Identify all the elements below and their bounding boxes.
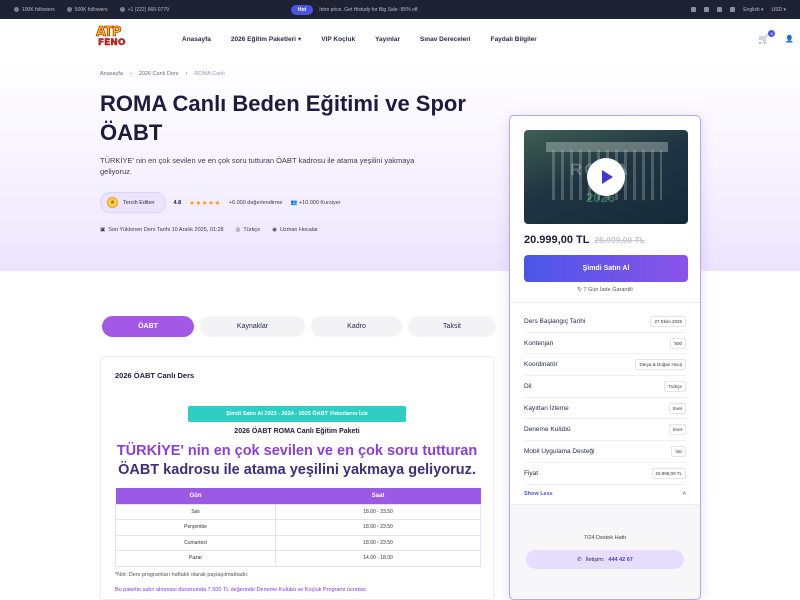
table-row: Cumartesi 18.00 - 23.50 xyxy=(114,534,481,551)
support-label: 7/24 Destek Hattı xyxy=(583,535,627,541)
breadcrumb: Anasayfa › 2026 Canlı Ders › ROMA Canlı xyxy=(100,71,225,77)
tab-oabt[interactable]: ÖABT xyxy=(102,316,194,337)
currency-select[interactable]: USD ▾ xyxy=(772,7,786,13)
rating-row: ★ Tercih Edilen 4.8 ★★★★★ +6.000 değerle… xyxy=(100,192,341,213)
course-instructors: ◉ Uzman Hocalar xyxy=(272,227,318,233)
chevron-right-icon: › xyxy=(185,71,188,77)
table-row: Perşembe 18.00 - 23.50 xyxy=(114,519,481,536)
star-rating-icon: ★★★★★ xyxy=(189,199,221,207)
refund-guarantee: ↻ 7 Gün İade Garantili xyxy=(577,287,633,293)
tab-resources[interactable]: Kaynaklar xyxy=(200,316,305,337)
followers-1[interactable]: 100K followers xyxy=(14,7,55,13)
spec-start-date: Ders Başlangıç Tarihi 27 Ekim 2025 xyxy=(524,311,686,333)
course-video[interactable]: ROMA 2026 xyxy=(524,130,688,224)
support-box: 7/24 Destek Hattı ✆ İletişim: 444 42 67 xyxy=(510,504,700,599)
spec-price: Fiyat 20.999,00 TL xyxy=(524,463,686,485)
nav-rankings[interactable]: Sınav Dereceleri xyxy=(420,35,471,43)
article-title: 2026 ÖABT Canlı Ders xyxy=(115,371,195,380)
course-meta: ▣ Son Yüklenen Ders Tarihi 10 Aralık 2025… xyxy=(100,227,318,233)
spec-language: Dil Türkçe xyxy=(524,376,686,398)
nav-home[interactable]: Anasayfa xyxy=(182,35,211,43)
student-count: 👥 +10.000 Kursiyer xyxy=(290,199,341,206)
play-icon xyxy=(602,170,613,184)
table-header-day: Gün xyxy=(115,488,276,504)
user-icon: ◉ xyxy=(272,227,278,233)
course-subtitle: TÜRKİYE' nin en çok sevilen ve en çok so… xyxy=(100,156,415,176)
phone[interactable]: +1 (222) 666-0779 xyxy=(119,7,169,13)
followers-2[interactable]: 500K followers xyxy=(66,7,108,13)
chevron-right-icon: › xyxy=(129,71,132,77)
tab-staff[interactable]: Kadro xyxy=(311,316,402,337)
tab-installment[interactable]: Taksit xyxy=(408,316,496,337)
breadcrumb-current: ROMA Canlı xyxy=(194,71,225,77)
main-nav: Anasayfa 2026 Eğitim Paketleri ▾ VIP Koçl… xyxy=(182,35,537,44)
table-row: Salı 18.00 - 23.50 xyxy=(114,503,481,520)
last-upload: ▣ Son Yüklenen Ders Tarihi 10 Aralık 2025… xyxy=(100,227,224,233)
price-row: 20.999,00 TL 25.999,00 TL xyxy=(524,234,686,246)
main-header: ATP FENO Anasayfa 2026 Eğitim Paketleri ▾… xyxy=(0,19,800,59)
content-tabs: ÖABT Kaynaklar Kadro Taksit xyxy=(102,316,496,337)
calendar-icon: ▣ xyxy=(100,227,106,233)
chevron-down-icon: ▾ xyxy=(297,36,302,43)
bonus-note: Bu paketin satın alınması durumunda 7.50… xyxy=(115,586,367,593)
show-less-button[interactable]: Show Less ˄ xyxy=(524,491,686,497)
spec-recording: Kayıttan İzleme Evet xyxy=(524,398,686,420)
call-button[interactable]: ✆ İletişim: 444 42 67 xyxy=(526,550,684,569)
breadcrumb-category[interactable]: 2026 Canlı Ders xyxy=(139,71,179,77)
linkedin-icon[interactable] xyxy=(730,7,736,12)
spec-mobile-app: Mobil Uygulama Desteği Var xyxy=(524,441,686,463)
cart-button[interactable]: 🛒 0 xyxy=(758,29,776,45)
nav-packages[interactable]: 2026 Eğitim Paketleri ▾ xyxy=(231,35,302,44)
buy-now-button[interactable]: Şimdi Satın Al xyxy=(524,255,688,282)
facebook-icon xyxy=(14,7,19,12)
play-button[interactable] xyxy=(587,158,625,196)
promo-banner[interactable]: Şimdi Satın Al 2023 - 2024 - 2025 ÖABT V… xyxy=(188,406,406,422)
course-description: 2026 ÖABT Canlı Ders Şimdi Satın Al 2023… xyxy=(100,356,494,600)
promo-text: Intro price. Get Histudy for Big Sale -9… xyxy=(319,6,419,13)
globe-icon: ◎ xyxy=(235,227,241,233)
purchase-card: ROMA 2026 20.999,00 TL 25.999,00 TL Şimd… xyxy=(509,115,701,600)
spec-coordinator: Koordinatör Derya & Doğan Hoca xyxy=(524,354,686,377)
slogan: TÜRKİYE' nin en çok sevilen ve en çok so… xyxy=(116,443,478,478)
course-language: ◎ Türkçe xyxy=(235,227,261,233)
rating-score: 4.8 xyxy=(173,199,182,206)
spec-trial-club: Deneme Kulübü Evet xyxy=(524,419,686,442)
cart-count: 0 xyxy=(768,29,776,37)
table-header-time: Saat xyxy=(275,488,481,504)
course-specs: Ders Başlangıç Tarihi 27 Ekim 2025 Konten… xyxy=(524,311,686,485)
spec-capacity: Kontenjan 500 xyxy=(524,333,686,355)
page-title: ROMA Canlı Beden Eğitimi ve Spor ÖABT xyxy=(100,91,466,145)
twitter-icon[interactable] xyxy=(704,7,710,12)
refresh-icon: ↻ xyxy=(577,287,582,293)
top-bar: 100K followers 500K followers +1 (222) 6… xyxy=(0,0,800,19)
review-count: +6.000 değerlendirme xyxy=(228,199,283,206)
nav-info[interactable]: Faydalı Bilgiler xyxy=(491,35,537,43)
schedule-table: Gün Saat Salı 18.00 - 23.50 Perşembe 18.00… xyxy=(114,488,481,567)
promo-pill: Hot xyxy=(290,4,314,15)
package-title: 2026 ÖABT ROMA Canlı Eğitim Paketi xyxy=(234,428,360,435)
current-price: 20.999,00 TL xyxy=(524,234,590,246)
instagram-icon[interactable] xyxy=(717,7,723,12)
phone-icon: ✆ xyxy=(577,556,582,563)
users-icon: 👥 xyxy=(290,199,298,206)
schedule-note: *Not: Ders programları haftalık olarak p… xyxy=(115,571,249,578)
table-row: Pazar 14.00 - 18.00 xyxy=(114,550,481,567)
promo[interactable]: Hot Intro price. Get Histudy for Big Sal… xyxy=(290,4,419,15)
nav-publications[interactable]: Yayınlar xyxy=(375,35,400,43)
user-icon: 👤 xyxy=(785,36,794,43)
user-button[interactable]: 👤 xyxy=(785,35,794,43)
old-price: 25.999,00 TL xyxy=(594,235,645,245)
facebook-icon[interactable] xyxy=(691,7,697,12)
instagram-icon xyxy=(66,7,72,12)
language-select[interactable]: English ▾ xyxy=(743,7,763,13)
medal-icon: ★ xyxy=(107,197,118,208)
phone-icon xyxy=(119,7,125,12)
nav-vip[interactable]: VIP Koçluk xyxy=(321,35,355,43)
site-logo[interactable]: ATP FENO xyxy=(96,23,132,55)
preferred-badge: ★ Tercih Edilen xyxy=(100,192,166,213)
chevron-up-icon: ˄ xyxy=(682,490,686,497)
breadcrumb-home[interactable]: Anasayfa xyxy=(100,71,123,77)
